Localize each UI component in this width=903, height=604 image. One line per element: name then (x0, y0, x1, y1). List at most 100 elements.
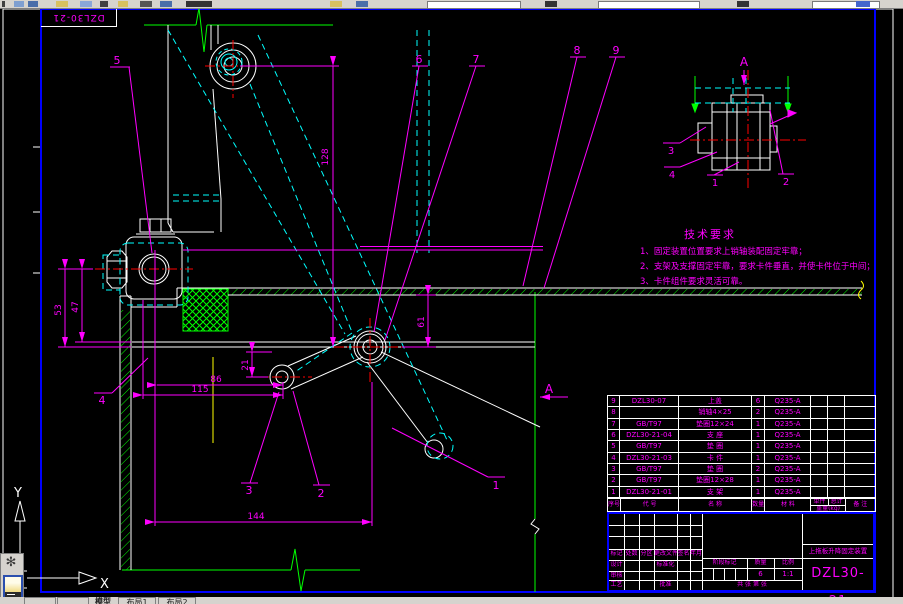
toolbar-icon[interactable] (56, 1, 68, 7)
detail-balloon-1: 1 (712, 178, 718, 189)
phantom-circles (215, 48, 243, 76)
detail-balloon-2: 2 (783, 177, 789, 188)
toolbar-icon[interactable] (2, 1, 5, 7)
toolbar-icon[interactable] (140, 1, 152, 7)
table-row: 3 GB/T97 垫 圈 2 Q235-A (607, 462, 876, 476)
toolbar-icon[interactable] (856, 1, 870, 7)
detail-balloon-3: 3 (668, 146, 674, 157)
dim-61: 61 (417, 316, 427, 327)
balloon-8: 8 (574, 44, 581, 57)
balloon-7: 7 (473, 53, 480, 66)
tech-requirement-item: 2、支架及支撑固定牢靠，要求卡件垂直，并使卡件位于中间； (640, 262, 875, 272)
ucs-x-label: X (100, 577, 109, 592)
tech-requirement-item: 1、固定装置位置要求上销轴装配固定牢靠； (640, 247, 807, 257)
drawing-number: DZL30-21 (811, 566, 865, 604)
balloon-5: 5 (114, 54, 121, 67)
dim-86: 86 (210, 375, 222, 385)
mirrored-title-box: DZL30-21 (41, 9, 117, 27)
drawing-title: 上拖板升降固定装置 (808, 547, 868, 555)
bom-header-qty: 数量 (752, 499, 766, 511)
bom-header-weight: 重量(kg) (816, 506, 841, 511)
bom-header-total: 总计 (830, 499, 843, 505)
bom-header-code: 代 号 (621, 499, 680, 511)
centerlines (95, 40, 806, 383)
toolbar-icon[interactable] (14, 1, 24, 7)
layer-icon[interactable] (3, 575, 23, 599)
balloon-3: 3 (246, 484, 253, 497)
toolbar-icon[interactable] (186, 1, 212, 7)
bom-header-no: 序号 (608, 499, 621, 511)
bom-header-unit: 单件 (811, 499, 829, 505)
mass-value: 6 (758, 570, 763, 578)
dim-128: 128 (321, 148, 331, 165)
dim-21: 21 (241, 359, 251, 370)
role-approve: 批准 (659, 581, 672, 588)
bom-table: 9 DZL30-07 上盖 6 Q235-A 8 销轴4×25 2 Q235-A 7 GB/T9… (607, 394, 876, 499)
table-row: 7 GB/T97 垫圈12×24 1 Q235-A (607, 417, 876, 430)
balloon-4: 4 (99, 394, 106, 407)
tech-requirement-item: 3、卡件组件要求灵活可靠。 (640, 277, 748, 287)
toolbar-combobox[interactable] (598, 1, 700, 9)
detail-a-label: A (740, 55, 749, 69)
status-button[interactable] (57, 597, 89, 604)
stage-label: 阶段标记 (712, 559, 737, 566)
toolbar-icon[interactable] (100, 1, 108, 7)
rev-header-count: 处数 (625, 550, 638, 557)
dim-53: 53 (54, 304, 64, 315)
table-row: 6 DZL30-21-04 支 座 1 Q235-A (607, 428, 876, 442)
section-a-label: A (545, 382, 554, 396)
tab-layout1[interactable]: 布局1 (118, 597, 156, 604)
toolbar-icon[interactable] (356, 1, 368, 7)
toolbar-icon[interactable] (330, 1, 342, 7)
dim-144: 144 (247, 512, 264, 522)
rev-header-docno: 更改文件号 (654, 550, 677, 557)
balloon-6: 6 (416, 53, 423, 66)
toolbar-icon[interactable] (737, 1, 749, 7)
dim-115: 115 (191, 385, 208, 395)
toolbar-icon[interactable] (28, 1, 38, 7)
ucs-icon: Y X (13, 486, 109, 592)
mass-label: 质量 (754, 559, 767, 566)
bom-header-weight-group: 单件 总计 重量(kg) (811, 499, 846, 511)
ucs-y-label: Y (13, 486, 22, 501)
balloon-1: 1 (493, 479, 500, 492)
table-row: 1 DZL30-21-01 支 架 1 Q235-A (607, 485, 876, 499)
sheet-note: 共 张 第 张 (737, 581, 767, 588)
tab-layout2[interactable]: 布局2 (158, 597, 196, 604)
table-row: 2 GB/T97 垫圈12×28 1 Q235-A (607, 474, 876, 487)
bom-header-name: 名 称 (679, 499, 752, 511)
balloon-9: 9 (613, 44, 620, 57)
bom-header-notes: 备 注 (853, 501, 868, 508)
balloon-2: 2 (318, 487, 325, 500)
status-button[interactable] (24, 597, 56, 604)
tech-requirements: 技术要求 1、固定装置位置要求上销轴装配固定牢靠； 2、支架及支撑固定牢靠，要求… (640, 226, 890, 290)
cad-window: Y X 5 6 7 8 9 1 2 3 4 3 4 1 2 A A 128 53… (0, 0, 903, 604)
scale-label: 比例 (781, 559, 794, 566)
detail-balloon-4: 4 (669, 170, 675, 181)
rev-header-date: 年月日 (690, 550, 702, 557)
osnap-icon[interactable]: ✻ (3, 555, 19, 571)
toolbar-combobox[interactable] (427, 1, 521, 9)
mirrored-title-text: DZL30-21 (52, 12, 105, 22)
top-toolbar (0, 0, 903, 9)
toolbar-icon[interactable] (545, 1, 557, 7)
role-check: 审核 (610, 572, 623, 579)
dim-47: 47 (71, 301, 81, 312)
role-design: 设计 (610, 561, 623, 568)
bom-header: 序号 代 号 名 称 数量 材 料 单件 总计 重量(kg) 备 注 (607, 498, 876, 512)
status-bar: 模型 布局1 布局2 (0, 597, 903, 604)
rev-header-sign: 签名 (677, 550, 690, 557)
toolbar-icon[interactable] (80, 1, 92, 7)
toolbar-icon[interactable] (160, 1, 172, 7)
detail-view-outlines (697, 94, 778, 171)
tab-model[interactable]: 模型 (90, 597, 116, 604)
table-row: 4 DZL30-21-03 卡 件 1 Q235-A (607, 451, 876, 464)
rev-header-zone: 分区 (640, 550, 653, 557)
role-process: 工艺 (610, 581, 623, 588)
table-row: 8 销轴4×25 2 Q235-A (607, 406, 876, 419)
table-row: 9 DZL30-07 上盖 6 Q235-A (607, 394, 876, 408)
toolbar-icon[interactable] (118, 1, 128, 7)
scale-value: 1:1 (782, 570, 794, 578)
bom-header-material: 材 料 (765, 499, 812, 511)
table-row: 5 GB/T97 垫 圈 1 Q235-A (607, 440, 876, 453)
